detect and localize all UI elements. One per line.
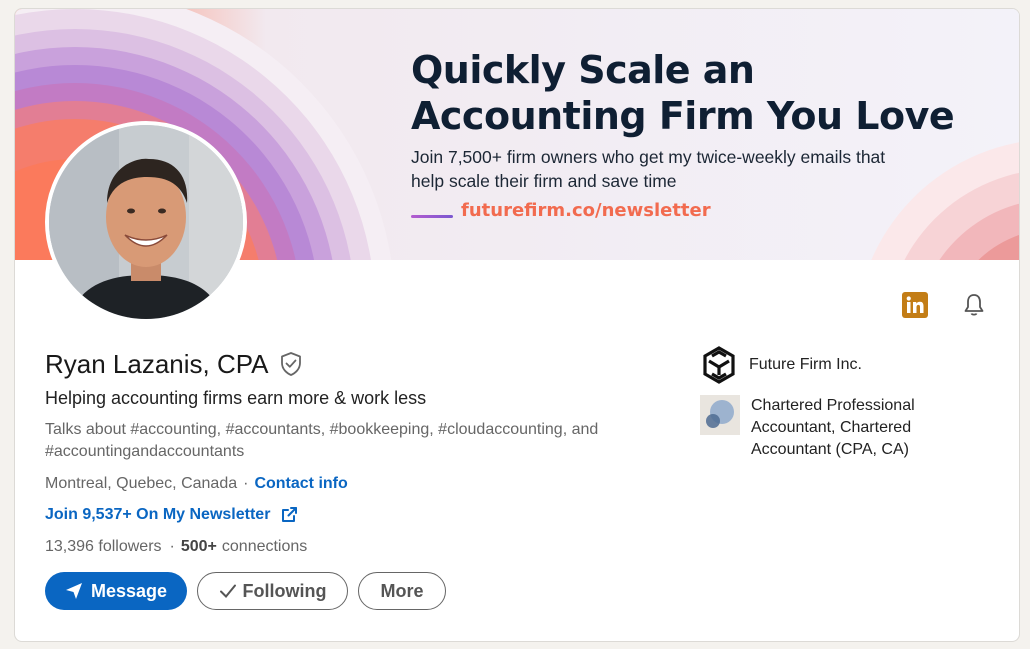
company-name: Future Firm Inc. [749,356,862,373]
banner-subline-line2: help scale their firm and save time [411,171,677,191]
education-logo-icon [700,395,740,435]
contact-info-link[interactable]: Contact info [254,473,347,495]
more-button-label: More [380,580,424,601]
banner-headline-line1: Quickly Scale an [411,48,755,92]
newsletter-link[interactable]: Join 9,537+ On My Newsletter [45,504,298,526]
company-logo-icon [700,346,738,384]
banner-accent-line [411,215,453,218]
connections-count[interactable]: 500+ [181,536,217,558]
banner-headline: Quickly Scale an Accounting Firm You Lov… [411,47,955,139]
banner-url: futurefirm.co/newsletter [461,200,711,221]
profile-actions: Message Following More [45,572,456,610]
avatar[interactable] [45,121,247,323]
current-company[interactable]: Future Firm Inc. [700,346,862,384]
stats-row: 13,396 followers · 500+ connections [45,536,307,558]
stats-separator: · [169,538,175,555]
banner-headline-line2: Accounting Firm You Love [411,94,955,138]
education-name: Chartered Professional Accountant, Chart… [751,397,915,458]
education-item[interactable]: Chartered Professional Accountant, Chart… [700,395,961,461]
location-separator: · [243,475,249,492]
banner-subline-line1: Join 7,500+ firm owners who get my twice… [411,147,886,167]
verified-shield-icon[interactable] [279,351,303,377]
connections-label: connections [221,538,308,555]
bell-icon[interactable] [960,291,988,319]
message-button[interactable]: Message [45,572,187,610]
send-icon [65,582,83,600]
banner-subline: Join 7,500+ firm owners who get my twice… [411,145,971,193]
external-link-icon [280,506,298,524]
following-button-label: Following [242,580,327,601]
more-button[interactable]: More [358,572,446,610]
followers-count[interactable]: 13,396 followers [45,536,162,558]
profile-talks-about: Talks about #accounting, #accountants, #… [45,421,599,460]
profile-card: Quickly Scale an Accounting Firm You Lov… [14,8,1020,642]
profile-headline: Helping accounting firms earn more & wor… [45,388,427,408]
checkmark-icon [219,582,237,600]
linkedin-icon[interactable] [901,291,929,319]
profile-name: Ryan Lazanis, CPA [45,349,269,379]
following-button[interactable]: Following [197,572,348,610]
avatar-photo [49,125,243,319]
newsletter-label: Join 9,537+ On My Newsletter [45,506,271,523]
message-button-label: Message [90,580,168,601]
location-row: Montreal, Quebec, Canada · Contact info [45,473,348,495]
profile-name-row: Ryan Lazanis, CPA [45,347,303,381]
profile-location: Montreal, Quebec, Canada [45,475,238,492]
